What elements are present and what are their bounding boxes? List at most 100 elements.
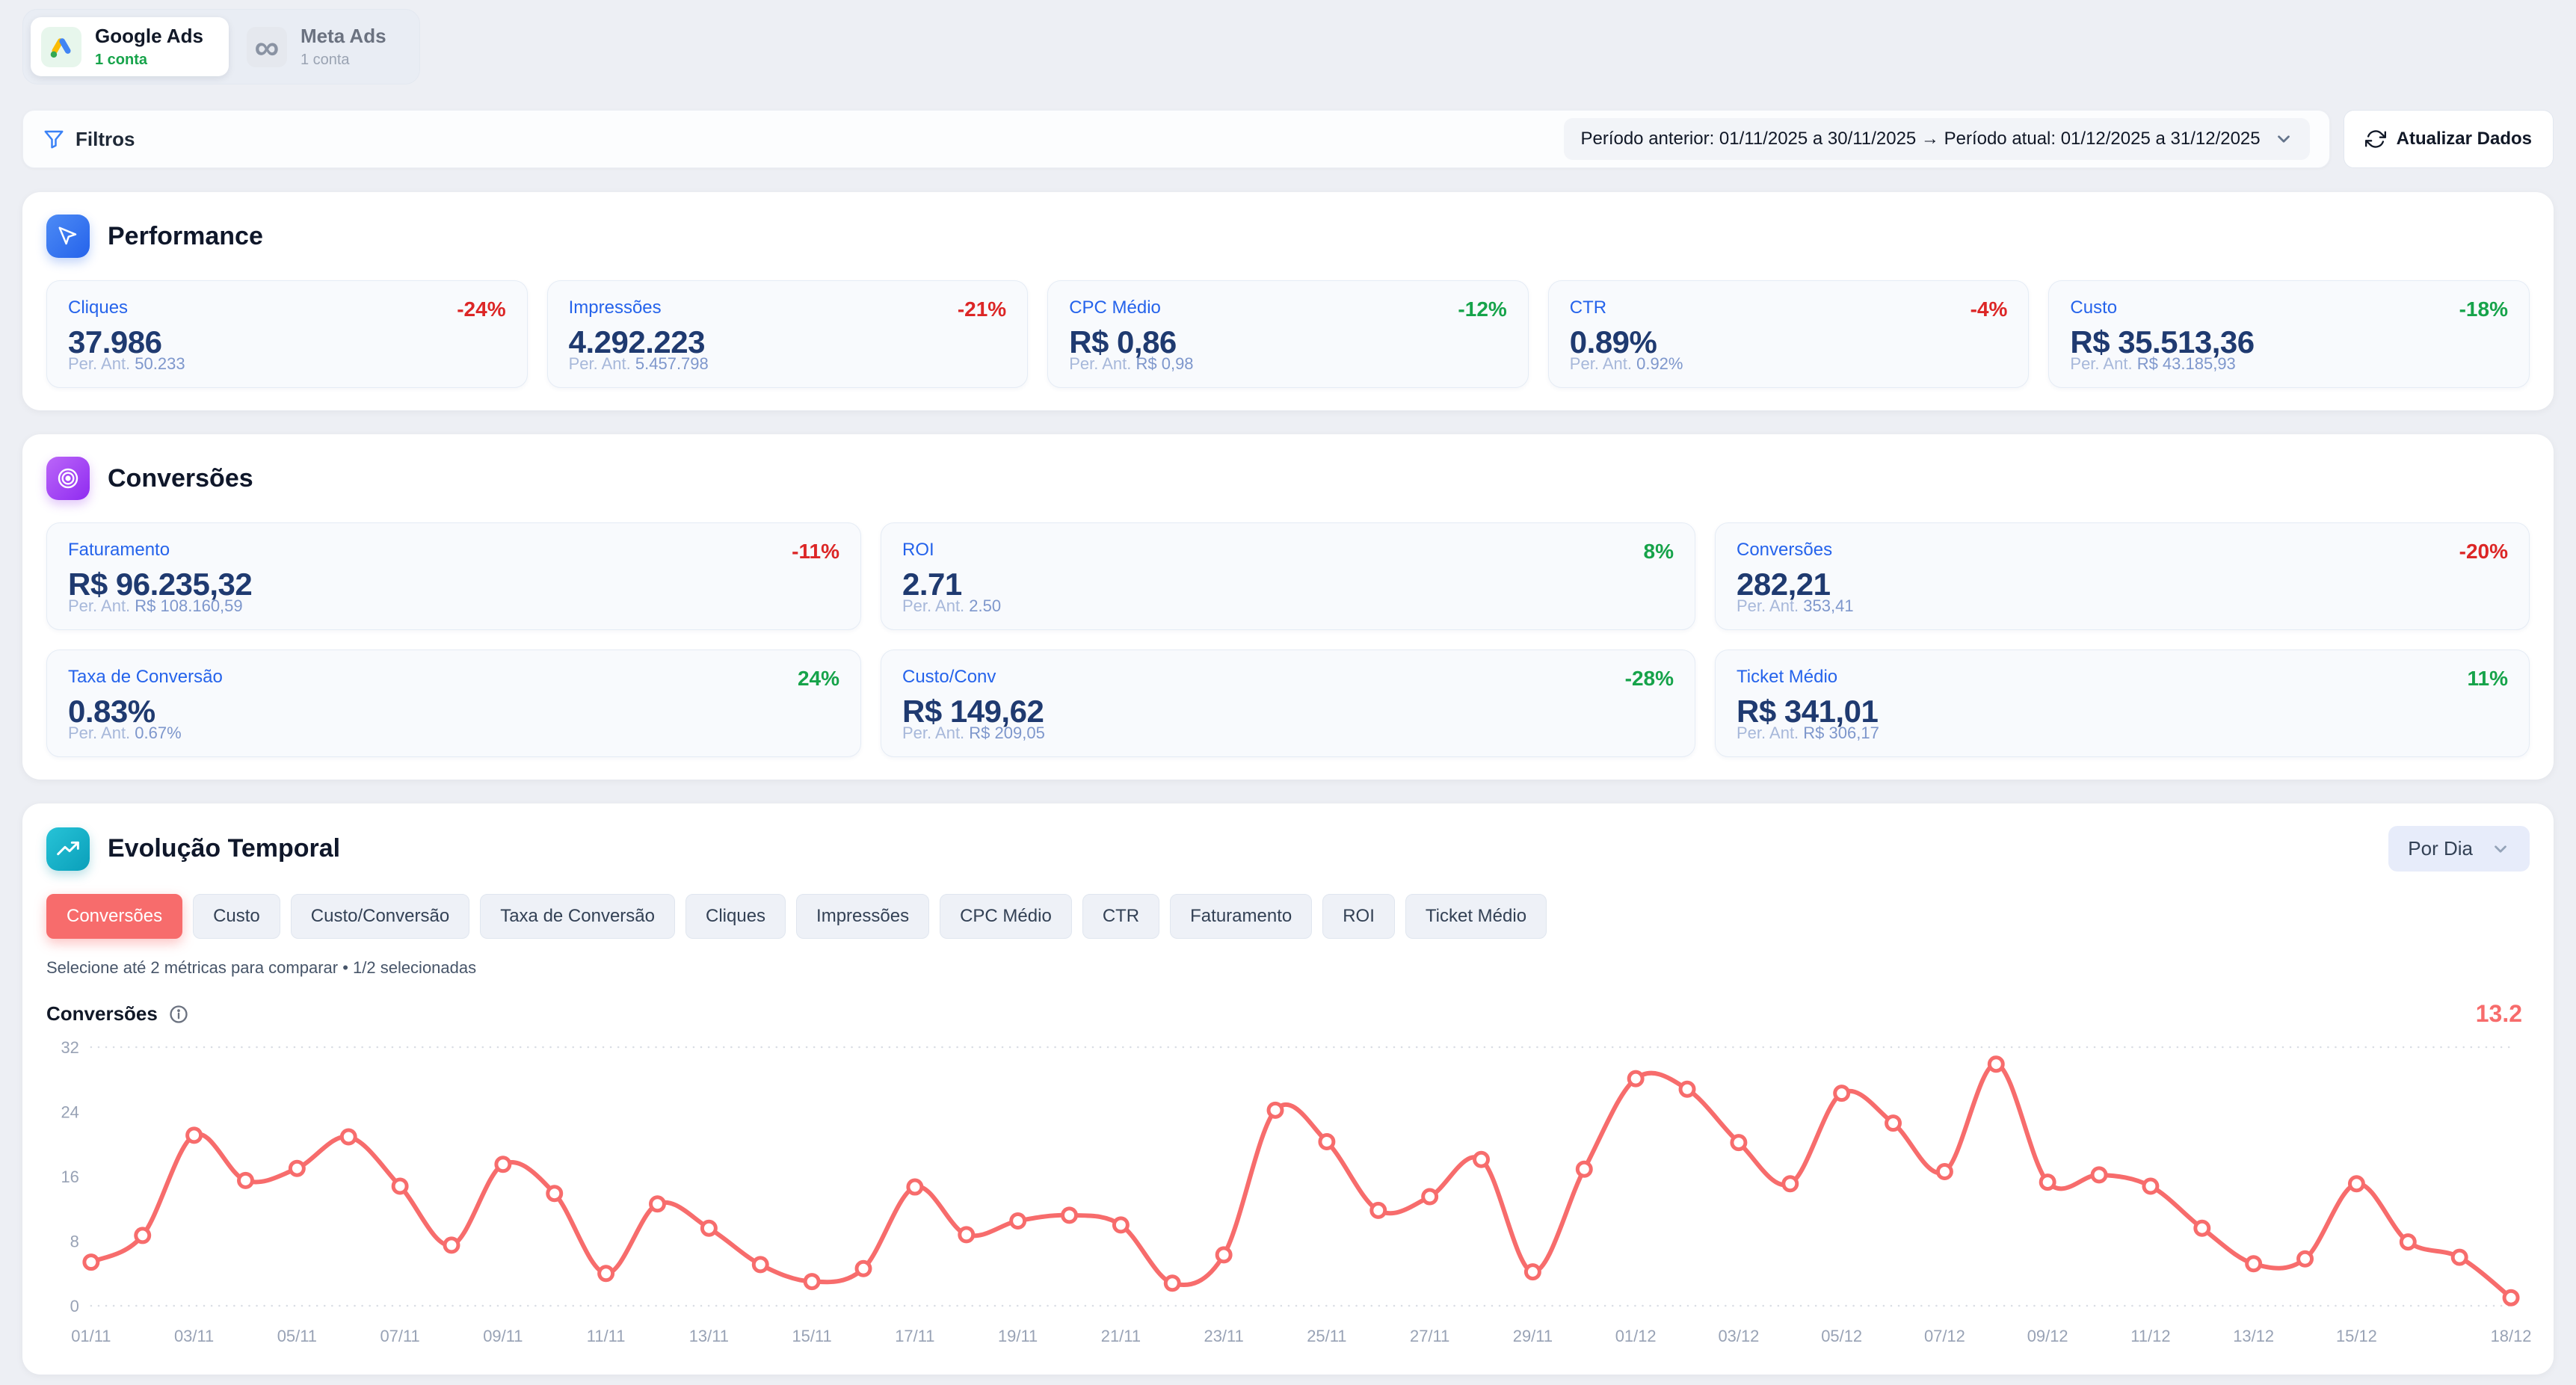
data-point-26-11[interactable] <box>1372 1203 1385 1217</box>
x-axis-tick: 15/11 <box>792 1327 831 1345</box>
data-point-02-12[interactable] <box>1680 1082 1694 1096</box>
performance-section: Performance Cliques37.986Per. Ant. 50.23… <box>22 192 2554 410</box>
previous-period-value: Per. Ant. 0.92% <box>1570 354 1683 374</box>
metric-chip-ticket-medio[interactable]: Ticket Médio <box>1405 894 1547 939</box>
x-axis-tick: 23/11 <box>1204 1327 1243 1345</box>
data-point-20-11[interactable] <box>1063 1209 1076 1222</box>
data-point-14-11[interactable] <box>754 1258 767 1271</box>
evolution-section: Evolução Temporal Por Dia ConversõesCust… <box>22 803 2554 1375</box>
data-point-04-11[interactable] <box>239 1173 253 1187</box>
metric-chip-custo[interactable]: Custo <box>193 894 280 939</box>
data-point-15-12[interactable] <box>2349 1177 2363 1191</box>
data-point-29-11[interactable] <box>1526 1265 1539 1279</box>
data-point-23-11[interactable] <box>1217 1248 1230 1262</box>
data-point-06-12[interactable] <box>1887 1117 1900 1130</box>
metric-chip-cpc-medio[interactable]: CPC Médio <box>940 894 1072 939</box>
previous-period-value: Per. Ant. R$ 43.185,93 <box>2070 354 2235 374</box>
metric-chip-taxa-de-conversao[interactable]: Taxa de Conversão <box>480 894 675 939</box>
data-point-12-11[interactable] <box>651 1197 665 1211</box>
metric-chip-custo-conversao[interactable]: Custo/Conversão <box>291 894 469 939</box>
kpi-card-roi: ROI2.71Per. Ant. 2.508% <box>881 522 1695 630</box>
data-point-09-12[interactable] <box>2041 1176 2054 1189</box>
data-point-04-12[interactable] <box>1784 1177 1797 1191</box>
platform-tab-google-ads[interactable]: Google Ads1 conta <box>31 17 229 76</box>
kpi-label: CPC Médio <box>1069 297 1507 318</box>
data-point-01-12[interactable] <box>1629 1072 1642 1085</box>
data-point-30-11[interactable] <box>1577 1162 1591 1176</box>
data-point-13-11[interactable] <box>702 1221 715 1235</box>
latest-value: 13.2 <box>2476 1000 2530 1028</box>
y-axis-tick: 32 <box>61 1038 78 1057</box>
data-point-10-12[interactable] <box>2092 1168 2106 1182</box>
platform-tab-label: Meta Ads <box>301 25 386 48</box>
data-point-10-11[interactable] <box>548 1187 561 1200</box>
dashboard-page: Google Ads1 conta∞Meta Ads1 conta Filtro… <box>0 0 2576 1375</box>
data-point-17-11[interactable] <box>908 1180 922 1194</box>
previous-period-value: Per. Ant. 353,41 <box>1737 596 1854 616</box>
metric-chip-impressoes[interactable]: Impressões <box>796 894 929 939</box>
data-point-11-12[interactable] <box>2144 1179 2157 1193</box>
data-point-02-11[interactable] <box>136 1229 150 1242</box>
data-point-28-11[interactable] <box>1475 1153 1488 1166</box>
meta-icon: ∞ <box>247 27 287 67</box>
x-axis-tick: 01/11 <box>71 1327 111 1345</box>
data-point-09-11[interactable] <box>496 1158 510 1171</box>
data-point-19-11[interactable] <box>1011 1214 1025 1227</box>
data-point-16-12[interactable] <box>2401 1236 2415 1249</box>
data-point-03-11[interactable] <box>188 1129 201 1142</box>
refresh-data-button[interactable]: Atualizar Dados <box>2344 110 2554 168</box>
previous-period-value: Per. Ant. R$ 0,98 <box>1069 354 1193 374</box>
metric-chip-ctr[interactable]: CTR <box>1082 894 1159 939</box>
x-axis-tick: 15/12 <box>2336 1327 2377 1345</box>
data-point-12-12[interactable] <box>2196 1221 2209 1235</box>
data-point-24-11[interactable] <box>1269 1103 1282 1117</box>
data-point-05-12[interactable] <box>1835 1087 1849 1100</box>
x-axis-tick: 21/11 <box>1101 1327 1141 1345</box>
data-point-06-11[interactable] <box>342 1130 355 1144</box>
data-point-08-11[interactable] <box>445 1239 458 1252</box>
x-axis-tick: 05/12 <box>1821 1327 1862 1345</box>
conversions-line-chart[interactable]: 0816243201/1103/1105/1107/1109/1111/1113… <box>46 1031 2530 1352</box>
chevron-down-icon <box>2274 129 2293 149</box>
data-point-17-12[interactable] <box>2453 1250 2466 1264</box>
conversions-title: Conversões <box>108 464 253 493</box>
data-point-13-12[interactable] <box>2247 1257 2261 1271</box>
metric-chip-roi[interactable]: ROI <box>1322 894 1395 939</box>
data-point-03-12[interactable] <box>1732 1136 1745 1150</box>
data-point-22-11[interactable] <box>1165 1277 1179 1290</box>
change-badge: -18% <box>2459 297 2508 321</box>
data-point-05-11[interactable] <box>290 1162 303 1175</box>
platform-tab-meta-ads[interactable]: ∞Meta Ads1 conta <box>236 17 412 76</box>
conversions-section: Conversões FaturamentoR$ 96.235,32Per. A… <box>22 434 2554 780</box>
chart-metric-label: Conversões <box>46 1002 158 1025</box>
data-point-16-11[interactable] <box>857 1262 870 1275</box>
previous-period-value: Per. Ant. R$ 108.160,59 <box>68 596 243 616</box>
metric-chips: ConversõesCustoCusto/ConversãoTaxa de Co… <box>46 894 2530 939</box>
kpi-card-ticket-medio: Ticket MédioR$ 341,01Per. Ant. R$ 306,17… <box>1715 650 2530 757</box>
x-axis-tick: 05/11 <box>277 1327 317 1345</box>
period-selector[interactable]: Período anterior: 01/11/2025 a 30/11/202… <box>1564 118 2309 160</box>
data-point-21-11[interactable] <box>1114 1218 1127 1232</box>
filters-bar[interactable]: Filtros Período anterior: 01/11/2025 a 3… <box>22 110 2330 168</box>
data-point-18-11[interactable] <box>960 1228 973 1241</box>
change-badge: -28% <box>1625 667 1674 691</box>
info-icon[interactable] <box>168 1004 189 1025</box>
data-point-14-12[interactable] <box>2299 1252 2312 1265</box>
data-point-15-11[interactable] <box>805 1275 819 1289</box>
data-point-25-11[interactable] <box>1320 1135 1334 1149</box>
data-point-11-11[interactable] <box>600 1267 613 1280</box>
data-point-07-12[interactable] <box>1938 1165 1951 1179</box>
data-point-27-11[interactable] <box>1423 1190 1437 1203</box>
data-point-08-12[interactable] <box>1989 1058 2003 1071</box>
data-point-07-11[interactable] <box>393 1179 407 1193</box>
metric-chip-faturamento[interactable]: Faturamento <box>1170 894 1312 939</box>
x-axis-tick: 03/11 <box>174 1327 214 1345</box>
data-point-18-12[interactable] <box>2504 1291 2518 1304</box>
metric-chip-conversoes[interactable]: Conversões <box>46 894 182 939</box>
x-axis-tick: 09/12 <box>2027 1327 2068 1345</box>
y-axis-tick: 16 <box>61 1167 78 1186</box>
granularity-selector[interactable]: Por Dia <box>2388 826 2530 872</box>
data-point-01-11[interactable] <box>84 1256 98 1269</box>
previous-period-value: Per. Ant. 0.67% <box>68 724 182 743</box>
metric-chip-cliques[interactable]: Cliques <box>685 894 786 939</box>
